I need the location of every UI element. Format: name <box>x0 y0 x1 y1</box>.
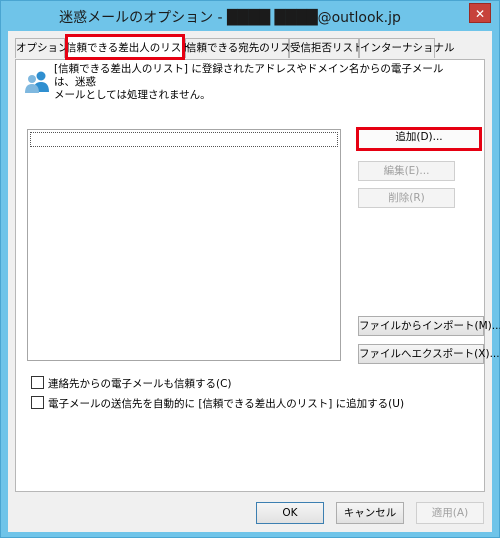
tab-options[interactable]: オプション <box>15 38 69 58</box>
tab-safe-recipients[interactable]: 信頼できる宛先のリスト <box>185 38 301 58</box>
dialog-client-area: オプション 信頼できる差出人のリスト 信頼できる宛先のリスト 受信拒否リスト イ… <box>8 31 500 532</box>
export-button[interactable]: ファイルへエクスポート(X)... <box>358 344 500 364</box>
auto-add-option[interactable]: 電子メールの送信先を自動的に [信頼できる差出人のリスト] に追加する(U) <box>31 396 404 410</box>
trust-contacts-option[interactable]: 連絡先からの電子メールも信頼する(C) <box>31 376 232 390</box>
title-bar: 迷惑メールのオプション - ████ ████@outlook.jp ✕ <box>1 1 499 31</box>
trust-contacts-label: 連絡先からの電子メールも信頼する(C) <box>48 378 232 390</box>
tab-international[interactable]: インターナショナル <box>359 38 455 58</box>
info-text: [信頼できる差出人のリスト] に登録されたアドレスやドメイン名からの電子メールは… <box>54 63 454 102</box>
safe-senders-list[interactable] <box>27 129 341 361</box>
tab-blocked-senders[interactable]: 受信拒否リスト <box>289 38 364 58</box>
tab-safe-senders[interactable]: 信頼できる差出人のリスト <box>65 36 192 60</box>
apply-button[interactable]: 適用(A) <box>416 502 484 524</box>
info-line-1: [信頼できる差出人のリスト] に登録されたアドレスやドメイン名からの電子メールは… <box>54 63 444 88</box>
trust-contacts-checkbox[interactable] <box>31 376 44 389</box>
import-button[interactable]: ファイルからインポート(M)... <box>358 316 500 336</box>
tab-panel: [信頼できる差出人のリスト] に登録されたアドレスやドメイン名からの電子メールは… <box>15 59 500 492</box>
people-icon <box>25 71 49 93</box>
auto-add-label: 電子メールの送信先を自動的に [信頼できる差出人のリスト] に追加する(U) <box>48 398 405 410</box>
close-button[interactable]: ✕ <box>469 3 491 23</box>
ok-button[interactable]: OK <box>256 502 324 524</box>
edit-button[interactable]: 編集(E)... <box>358 161 455 181</box>
add-button[interactable]: 追加(D)... <box>356 127 482 151</box>
dialog-window: 迷惑メールのオプション - ████ ████@outlook.jp ✕ オプシ… <box>0 0 500 538</box>
cancel-button[interactable]: キャンセル <box>336 502 404 524</box>
info-line-2: メールとしては処理されません。 <box>54 89 211 101</box>
window-title: 迷惑メールのオプション - ████ ████@outlook.jp <box>59 10 401 26</box>
delete-button[interactable]: 削除(R) <box>358 188 455 208</box>
auto-add-checkbox[interactable] <box>31 396 44 409</box>
list-focus-row <box>30 132 338 147</box>
